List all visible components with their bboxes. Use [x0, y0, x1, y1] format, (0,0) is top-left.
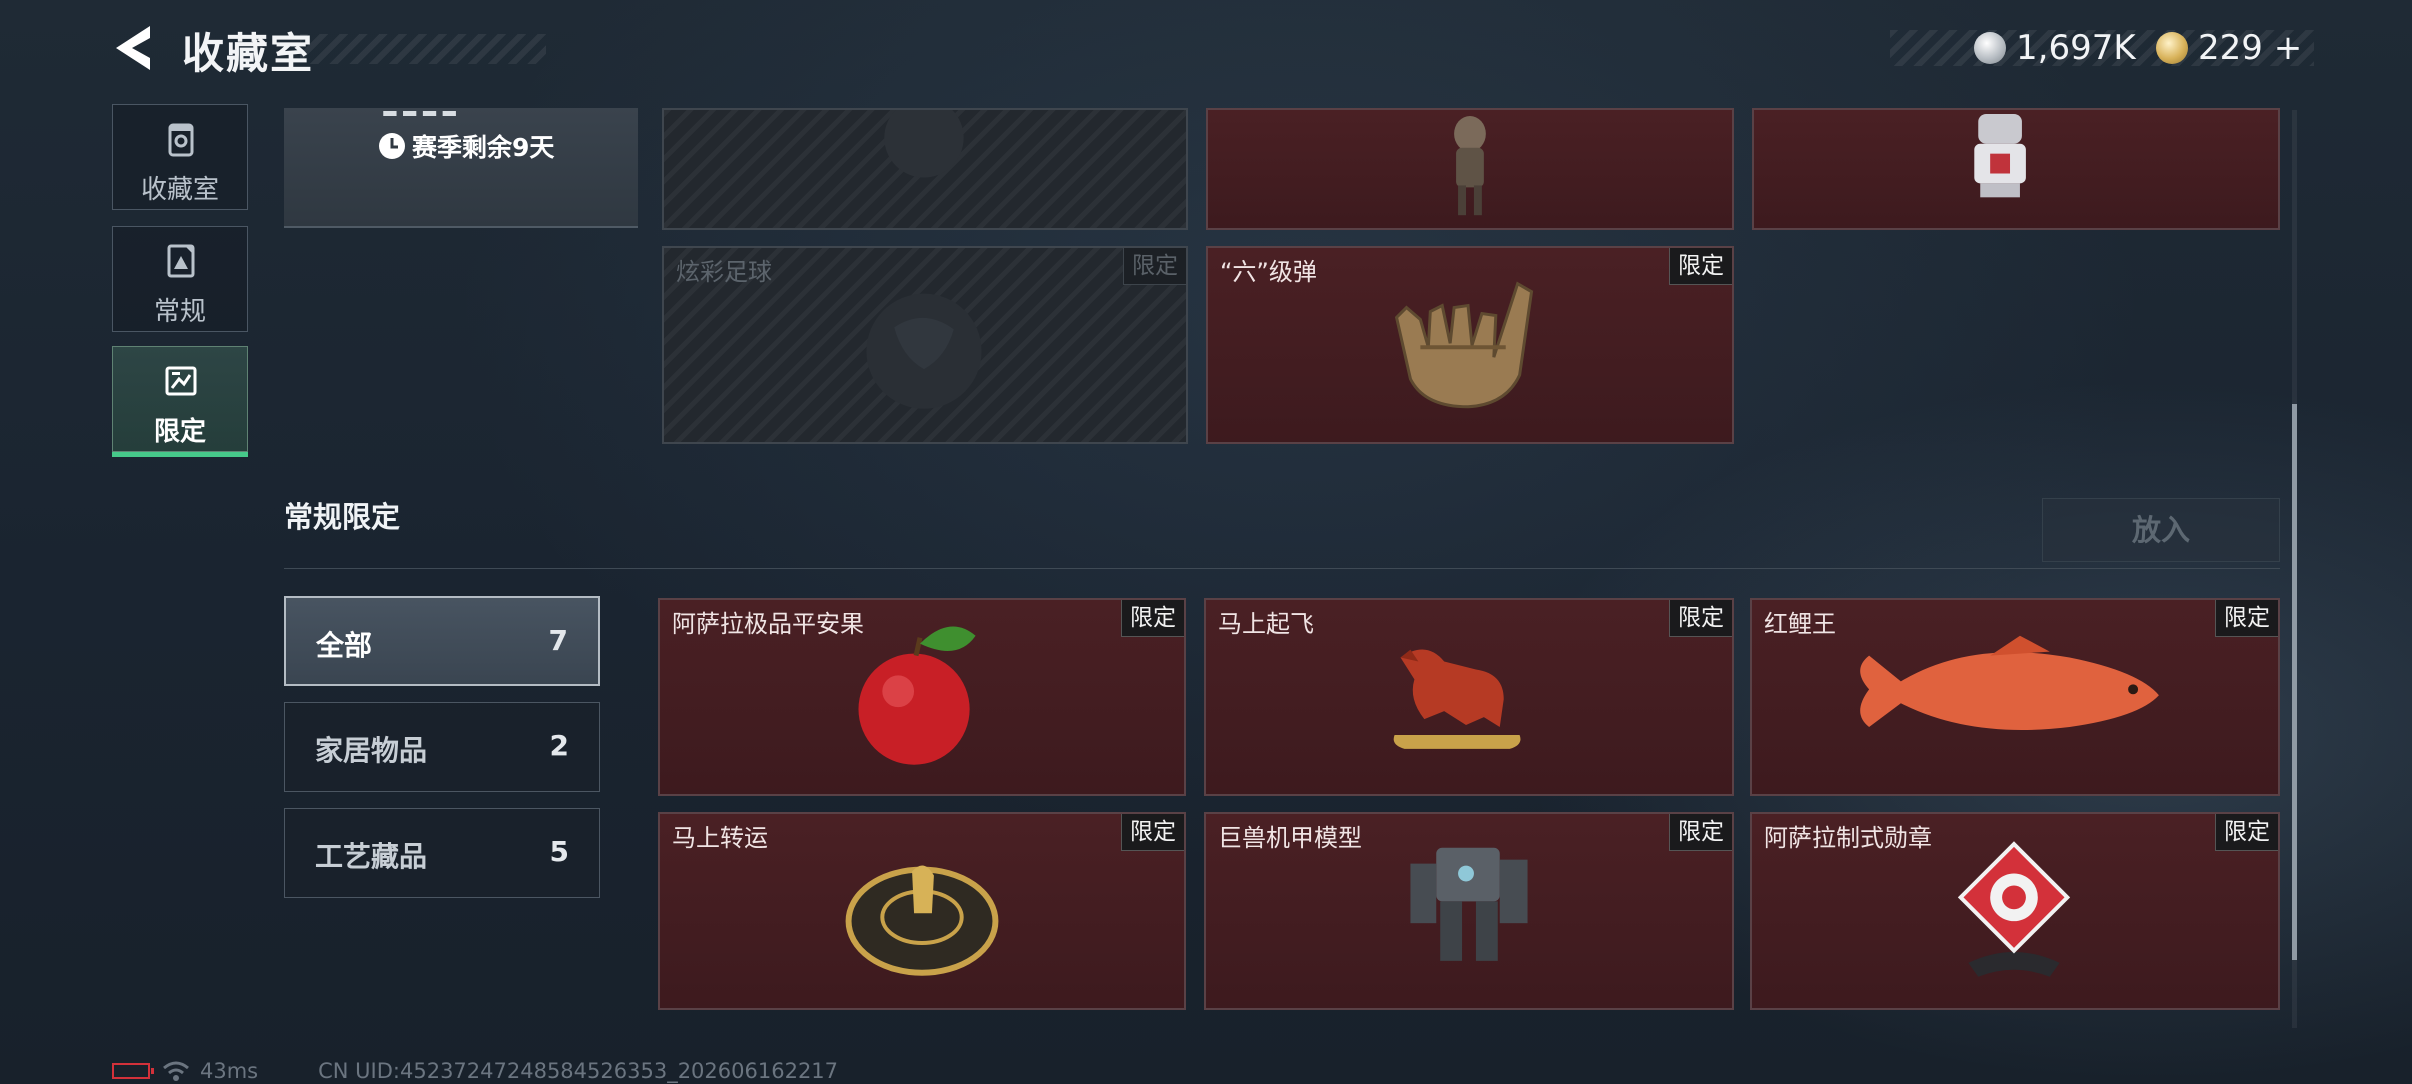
gold-currency[interactable]: 229 + — [2156, 28, 2302, 68]
season-remaining: 赛季剩余9天 — [378, 128, 554, 164]
item-name: 红鲤王 — [1764, 610, 1836, 638]
scrollbar-thumb[interactable] — [2292, 404, 2297, 960]
title-decoration — [300, 34, 546, 64]
section-title: 常规限定 — [284, 500, 401, 534]
limited-icon — [165, 366, 197, 396]
silver-coin-icon — [1974, 32, 2006, 64]
silver-currency-value: 1,697K — [2016, 28, 2136, 68]
clock-icon — [379, 133, 405, 159]
limited-tag: 限定 — [1669, 600, 1732, 637]
limited-tag: 限定 — [1669, 814, 1732, 851]
scrollbar[interactable] — [2292, 110, 2297, 1028]
item-card[interactable]: 阿萨拉极品平安果 限定 — [658, 598, 1186, 796]
item-card[interactable] — [1206, 108, 1734, 230]
item-card[interactable]: 巨兽机甲模型 限定 — [1204, 812, 1734, 1010]
item-card[interactable]: 马上起飞 限定 — [1204, 598, 1734, 796]
back-arrow-icon — [116, 26, 150, 70]
filter-label: 家居物品 — [315, 734, 428, 767]
gold-coin-icon — [2156, 32, 2188, 64]
tab-label: 常规 — [153, 297, 206, 327]
filter-count: 5 — [549, 835, 569, 868]
tab-label: 限定 — [153, 417, 206, 447]
tab-regular[interactable]: 常规 — [112, 226, 248, 332]
limited-tag: 限定 — [1123, 248, 1186, 285]
filter-label: 全部 — [316, 629, 373, 662]
item-name: 阿萨拉极品平安果 — [672, 610, 864, 638]
page-title: 收藏室 — [182, 29, 315, 78]
silver-currency[interactable]: 1,697K — [1974, 28, 2136, 68]
tab-collection-room[interactable]: 收藏室 — [112, 104, 248, 210]
season-panel: ▮▮▮▮ 赛季剩余9天 — [284, 102, 638, 228]
ping-text: 43ms — [200, 1059, 259, 1083]
season-remaining-text: 赛季剩余9天 — [412, 133, 555, 162]
figurine-icon — [1454, 115, 1486, 216]
tab-label: 收藏室 — [140, 175, 219, 205]
filter-home-items[interactable]: 家居物品 2 — [284, 702, 600, 792]
item-name: “六”级弹 — [1220, 258, 1317, 286]
item-card[interactable]: 阿萨拉制式勋章 限定 — [1750, 812, 2280, 1010]
place-button[interactable]: 放入 — [2042, 498, 2280, 562]
item-card[interactable]: 红鲤王 限定 — [1750, 598, 2280, 796]
section-divider — [284, 568, 2280, 569]
item-name: 阿萨拉制式勋章 — [1764, 824, 1932, 852]
collection-room-icon — [168, 123, 194, 157]
item-card[interactable]: “六”级弹 限定 — [1206, 246, 1734, 444]
filter-label: 工艺藏品 — [315, 840, 428, 873]
filter-count: 7 — [548, 624, 568, 657]
limited-tag: 限定 — [1669, 248, 1732, 285]
item-name: 炫彩足球 — [676, 258, 772, 286]
filter-all[interactable]: 全部 7 — [284, 596, 600, 686]
item-name: 马上转运 — [672, 824, 768, 852]
limited-tag: 限定 — [1121, 814, 1184, 851]
status-bar: 43ms CN UID:45237247248584526353_2026061… — [112, 1058, 838, 1084]
back-button[interactable] — [110, 22, 156, 74]
item-card[interactable]: 马上转运 限定 — [658, 812, 1186, 1010]
season-header-cut-text: ▮▮▮▮ — [380, 102, 459, 116]
item-card-locked[interactable] — [662, 108, 1188, 230]
item-name: 巨兽机甲模型 — [1218, 824, 1362, 852]
filter-crafts[interactable]: 工艺藏品 5 — [284, 808, 600, 898]
filter-count: 2 — [549, 729, 569, 762]
locked-item-silhouette — [884, 110, 964, 178]
wifi-icon — [163, 1061, 189, 1081]
limited-tag: 限定 — [2215, 600, 2278, 637]
battery-icon — [112, 1063, 154, 1079]
gold-currency-value: 229 + — [2198, 28, 2303, 68]
limited-tag: 限定 — [1121, 600, 1184, 637]
uid-text: CN UID:45237247248584526353_202606162217 — [318, 1059, 839, 1083]
tab-limited[interactable]: 限定 — [112, 346, 248, 457]
item-card-locked[interactable]: 炫彩足球 限定 — [662, 246, 1188, 444]
item-card[interactable] — [1752, 108, 2280, 230]
robot-figure-icon — [1974, 113, 2026, 198]
item-name: 马上起飞 — [1218, 610, 1314, 638]
limited-tag: 限定 — [2215, 814, 2278, 851]
top-bar: 收藏室 1,697K 229 + — [0, 0, 2412, 100]
regular-icon — [167, 244, 195, 278]
